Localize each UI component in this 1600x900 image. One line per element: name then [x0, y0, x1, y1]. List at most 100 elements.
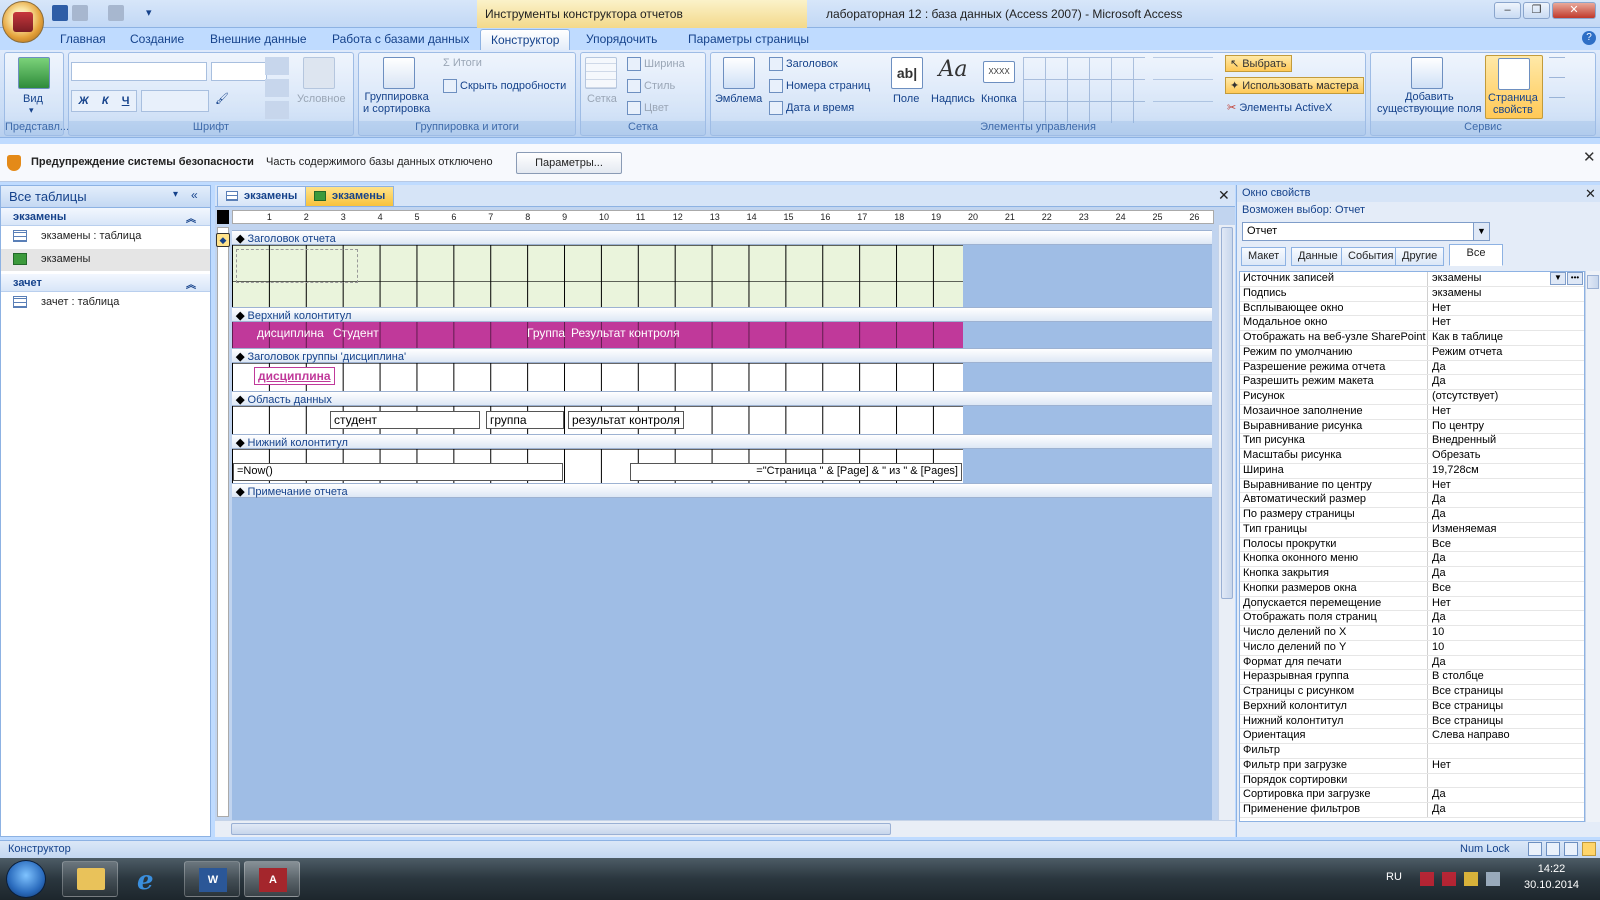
property-row[interactable]: Сортировка при загрузке Да [1240, 788, 1584, 803]
property-value[interactable]: Все страницы [1428, 700, 1584, 714]
property-row[interactable]: Верхний колонтитул Все страницы [1240, 699, 1584, 715]
tab-create[interactable]: Создание [120, 29, 194, 50]
align-buttons[interactable] [141, 90, 209, 112]
property-row[interactable]: Неразрывная группа В столбце [1240, 670, 1584, 685]
activex-button[interactable]: ✂ Элементы ActiveX [1227, 101, 1332, 114]
property-row[interactable]: Страницы с рисунком Все страницы [1240, 685, 1584, 700]
prop-tab-data[interactable]: Данные [1291, 247, 1345, 266]
language-indicator[interactable]: RU [1386, 871, 1402, 883]
prop-tab-layout[interactable]: Макет [1241, 247, 1287, 266]
property-value[interactable]: Внедренный [1428, 434, 1584, 448]
property-row[interactable]: Кнопки размеров окна Все [1240, 581, 1584, 597]
doc-tab-report[interactable]: экзамены [305, 186, 395, 206]
underline-button[interactable]: Ч [122, 95, 130, 107]
scroll-thumb[interactable] [1221, 227, 1233, 599]
property-value[interactable]: Да [1428, 552, 1584, 566]
property-row[interactable]: По размеру страницы Да [1240, 508, 1584, 523]
property-value[interactable]: экзамены ▼ ••• [1428, 272, 1584, 286]
chevron-down-icon[interactable]: ▾ [173, 189, 178, 200]
options-button[interactable]: Параметры... [516, 152, 622, 174]
collapse-pane-icon[interactable]: « [191, 188, 198, 202]
page-header-label-group[interactable]: Группа [524, 325, 568, 343]
property-row[interactable]: Мозаичное заполнение Нет [1240, 404, 1584, 420]
detail-field-result[interactable]: результат контроля [568, 411, 684, 429]
prop-tab-other[interactable]: Другие [1395, 247, 1445, 266]
redo-icon[interactable] [108, 5, 124, 21]
property-value[interactable]: Нет [1428, 479, 1584, 493]
property-value[interactable]: Нет [1428, 597, 1584, 611]
property-value[interactable]: По центру [1428, 420, 1584, 434]
property-row[interactable]: Выравнивание по центру Нет [1240, 478, 1584, 494]
property-value[interactable]: Нет [1428, 302, 1584, 316]
object-selector[interactable]: Отчет ▼ [1242, 222, 1490, 241]
doc-tab-table[interactable]: экзамены [217, 186, 307, 206]
add-fields-button[interactable]: Добавить существующие поля [1377, 91, 1482, 115]
nav-header[interactable]: Все таблицы ▾ « [1, 186, 210, 208]
title-placeholder[interactable] [236, 249, 358, 283]
section-page-footer[interactable]: =Now() ="Страница " & [Page] & " из " & … [232, 449, 1212, 483]
select-button[interactable]: ↖ Выбрать [1225, 55, 1292, 72]
print-preview-icon[interactable] [1546, 842, 1560, 856]
property-value[interactable]: Нет [1428, 759, 1584, 773]
property-value[interactable]: Все [1428, 538, 1584, 552]
property-value[interactable]: 19,728см [1428, 464, 1584, 478]
property-value[interactable]: Да [1428, 567, 1584, 581]
font-name-combo[interactable] [71, 62, 207, 81]
access-taskbar-icon[interactable]: A [244, 861, 300, 897]
controls-more[interactable] [1153, 57, 1213, 117]
nav-item-ekzameny-table[interactable]: экзамены : таблица [1, 226, 210, 248]
property-row[interactable]: Разрешить режим макета Да [1240, 375, 1584, 390]
property-row[interactable]: Разрешение режима отчета Да [1240, 360, 1584, 376]
footer-now-textbox[interactable]: =Now() [233, 463, 563, 481]
ie-taskbar-icon[interactable]: e [122, 861, 178, 897]
property-row[interactable]: Формат для печати Да [1240, 655, 1584, 671]
footer-page-textbox[interactable]: ="Страница " & [Page] & " из " & [Pages] [630, 463, 962, 481]
undo-icon[interactable] [72, 5, 88, 21]
view-button[interactable]: Вид [23, 93, 43, 105]
property-value[interactable] [1428, 774, 1584, 788]
scroll-thumb[interactable] [1587, 275, 1599, 289]
date-time-button[interactable]: Дата и время [769, 101, 854, 115]
section-report-footer[interactable] [232, 498, 1212, 820]
property-row[interactable]: Режим по умолчанию Режим отчета [1240, 345, 1584, 361]
font-color-icon[interactable] [265, 57, 289, 75]
property-row[interactable]: Отображать поля страниц Да [1240, 611, 1584, 626]
save-icon[interactable] [52, 5, 68, 21]
explorer-taskbar-icon[interactable] [62, 861, 118, 897]
property-row[interactable]: Число делений по X 10 [1240, 626, 1584, 641]
tab-arrange[interactable]: Упорядочить [576, 29, 667, 50]
chevron-down-icon[interactable]: ▼ [1473, 223, 1489, 240]
totals-button[interactable]: Σ Итоги [443, 57, 482, 69]
scroll-thumb[interactable] [231, 823, 891, 835]
property-value[interactable]: Режим отчета [1428, 346, 1584, 360]
property-row[interactable]: Нижний колонтитул Все страницы [1240, 714, 1584, 730]
property-value[interactable]: Да [1428, 611, 1584, 625]
property-value[interactable]: Нет [1428, 316, 1584, 330]
nav-item-ekzameny-report[interactable]: экзамены [1, 249, 210, 271]
property-value[interactable]: экзамены [1428, 287, 1584, 301]
property-value[interactable]: Да [1428, 508, 1584, 522]
view-dropdown-icon[interactable]: ▾ [29, 105, 34, 116]
tab-home[interactable]: Главная [50, 29, 116, 50]
clock[interactable]: 14:22 30.10.2014 [1524, 861, 1579, 893]
property-value[interactable]: Все [1428, 582, 1584, 596]
minimize-button[interactable]: – [1494, 2, 1521, 19]
property-value[interactable]: Все страницы [1428, 715, 1584, 729]
property-row[interactable]: Модальное окно Нет [1240, 316, 1584, 331]
property-row[interactable]: Тип рисунка Внедренный [1240, 434, 1584, 449]
start-button[interactable] [6, 860, 46, 898]
button-button[interactable]: Кнопка [981, 93, 1017, 105]
tools-small-buttons[interactable] [1549, 57, 1565, 117]
layout-view-icon[interactable] [1564, 842, 1578, 856]
property-row[interactable]: Тип границы Изменяемая [1240, 522, 1584, 538]
nav-group-zachet[interactable]: зачет ︽ [1, 274, 210, 292]
property-row[interactable]: Ориентация Слева направо [1240, 729, 1584, 744]
property-value[interactable]: Да [1428, 788, 1584, 802]
builder-icon[interactable]: ••• [1567, 272, 1583, 285]
property-value[interactable]: Обрезать [1428, 449, 1584, 463]
bold-button[interactable]: Ж [79, 95, 89, 107]
property-value[interactable]: Да [1428, 493, 1584, 507]
property-row[interactable]: Порядок сортировки [1240, 773, 1584, 789]
nav-item-zachet-table[interactable]: зачет : таблица [1, 292, 210, 314]
property-value[interactable]: Слева направо [1428, 729, 1584, 743]
